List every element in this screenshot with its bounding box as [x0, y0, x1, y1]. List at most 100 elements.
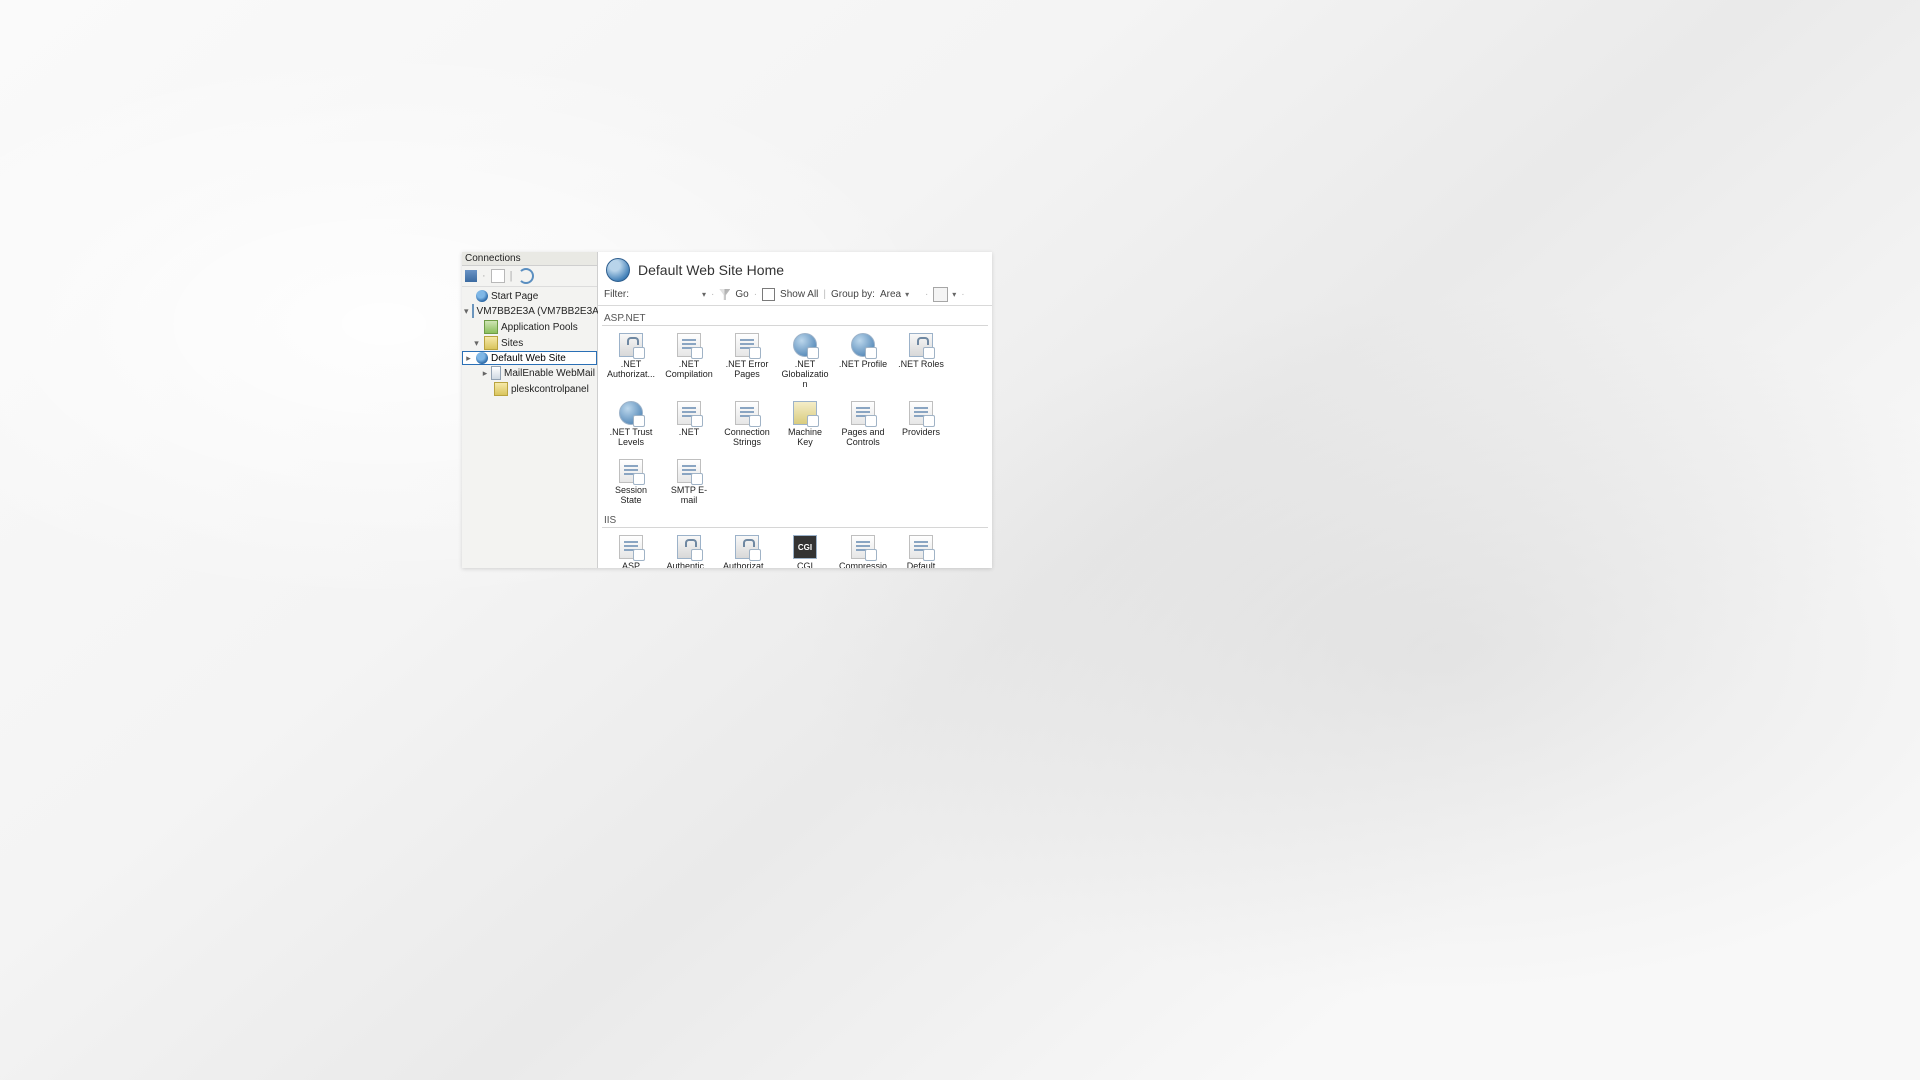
tree-label: Start Page: [491, 291, 538, 302]
tree-label: pleskcontrolpanel: [511, 384, 589, 395]
toolbar-separator: ·: [482, 270, 486, 282]
expand-icon[interactable]: ▸: [464, 353, 473, 364]
feature-icon: [677, 401, 701, 425]
feature-authorizat-rules[interactable]: Authorizat... Rules: [718, 529, 776, 568]
funnel-icon: [719, 289, 730, 300]
collapse-icon[interactable]: ▾: [464, 306, 469, 317]
feature-icon: [677, 459, 701, 483]
feature-icon: [793, 535, 817, 559]
feature-icon: [909, 535, 933, 559]
group-header-iis: IIS: [602, 512, 988, 528]
view-icon: [933, 287, 948, 302]
tree-sites[interactable]: ▾ Sites: [462, 335, 597, 351]
globe-icon: [476, 352, 488, 364]
feature-label: .NET Profile: [839, 359, 887, 369]
app-pool-icon: [484, 320, 498, 334]
feature-icon: [619, 401, 643, 425]
view-mode-select[interactable]: [933, 287, 956, 302]
feature-label: Default Document: [895, 561, 947, 568]
feature-icon: [735, 401, 759, 425]
filter-text[interactable]: [634, 288, 698, 301]
tree-label: VM7BB2E3A (VM7BB2E3A\Ad: [477, 306, 614, 317]
feature-net-roles[interactable]: .NET Roles: [892, 327, 950, 393]
feature-smtp-e-mail[interactable]: SMTP E-mail: [660, 453, 718, 509]
page-icon[interactable]: [491, 269, 505, 283]
tree-mailenable[interactable]: ▸ MailEnable WebMail: [462, 365, 597, 381]
globe-icon: [606, 258, 630, 282]
feature-cgi[interactable]: CGI: [776, 529, 834, 568]
globe-icon: [476, 290, 488, 302]
feature-icon: [793, 401, 817, 425]
feature-providers[interactable]: Providers: [892, 395, 950, 451]
mail-icon: [491, 366, 501, 380]
tree-label: MailEnable WebMail: [504, 368, 595, 379]
connections-title: Connections: [462, 252, 597, 266]
feature-icon: [735, 535, 759, 559]
feature-icon: [793, 333, 817, 357]
tree-plesk[interactable]: pleskcontrolpanel: [462, 381, 597, 397]
connections-toolbar: · |: [462, 266, 597, 287]
feature-compression[interactable]: Compression: [834, 529, 892, 568]
feature-connection-strings[interactable]: Connection Strings: [718, 395, 776, 451]
filter-input[interactable]: [634, 288, 706, 301]
refresh-icon[interactable]: [518, 268, 534, 284]
feature-asp[interactable]: ASP: [602, 529, 660, 568]
tree-app-pools[interactable]: Application Pools: [462, 319, 597, 335]
groupby-label: Group by:: [831, 289, 875, 300]
toolbar-separator: |: [510, 270, 513, 282]
feature-label: Authorizat... Rules: [721, 561, 773, 568]
expand-icon[interactable]: ▸: [482, 368, 488, 379]
feature-label: Compression: [837, 561, 889, 568]
feature-icon: [851, 535, 875, 559]
feature-session-state[interactable]: Session State: [602, 453, 660, 509]
feature-authentic[interactable]: Authentic...: [660, 529, 718, 568]
feature-label: .NET Roles: [898, 359, 944, 369]
feature-icon: [909, 401, 933, 425]
feature-icon: [677, 333, 701, 357]
feature-net[interactable]: .NET: [660, 395, 718, 451]
feature-label: .NET Compilation: [663, 359, 715, 379]
feature-net-trust-levels[interactable]: .NET Trust Levels: [602, 395, 660, 451]
feature-label: .NET: [679, 427, 700, 437]
iis-manager-window: Connections · | Start Page ▾ VM7BB2E3A (…: [462, 252, 992, 568]
feature-label: ASP: [622, 561, 640, 568]
feature-icon: [619, 535, 643, 559]
save-icon[interactable]: [465, 270, 477, 282]
feature-label: Session State: [605, 485, 657, 505]
feature-default-document[interactable]: Default Document: [892, 529, 950, 568]
feature-net-profile[interactable]: .NET Profile: [834, 327, 892, 393]
tree-server[interactable]: ▾ VM7BB2E3A (VM7BB2E3A\Ad: [462, 303, 597, 319]
connections-panel: Connections · | Start Page ▾ VM7BB2E3A (…: [462, 252, 598, 568]
feature-icon: [735, 333, 759, 357]
feature-label: Pages and Controls: [837, 427, 889, 447]
server-icon: [472, 304, 474, 318]
show-all-button[interactable]: Show All: [780, 289, 818, 300]
feature-net-error-pages[interactable]: .NET Error Pages: [718, 327, 776, 393]
feature-pages-and-controls[interactable]: Pages and Controls: [834, 395, 892, 451]
collapse-icon[interactable]: ▾: [472, 338, 481, 349]
feature-label: .NET Error Pages: [721, 359, 773, 379]
tree-start-page[interactable]: Start Page: [462, 289, 597, 303]
feature-icon: [619, 459, 643, 483]
showall-icon: [762, 288, 775, 301]
feature-label: .NET Authorizat...: [605, 359, 657, 379]
group-header-aspnet: ASP.NET: [602, 310, 988, 326]
page-title: Default Web Site Home: [638, 262, 784, 278]
tree-default-web-site[interactable]: ▸ Default Web Site: [462, 351, 597, 365]
feature-label: .NET Globalization: [779, 359, 831, 389]
feature-icon: [851, 401, 875, 425]
feature-machine-key[interactable]: Machine Key: [776, 395, 834, 451]
feature-net-authorizat[interactable]: .NET Authorizat...: [602, 327, 660, 393]
groupby-select[interactable]: Area: [880, 289, 920, 300]
feature-view: ASP.NET .NET Authorizat....NET Compilati…: [598, 306, 992, 568]
feature-icon: [909, 333, 933, 357]
groupby-value: Area: [880, 289, 901, 300]
feature-label: Providers: [902, 427, 940, 437]
feature-icon: [677, 535, 701, 559]
folder-icon: [494, 382, 508, 396]
feature-label: CGI: [797, 561, 813, 568]
feature-net-globalization[interactable]: .NET Globalization: [776, 327, 834, 393]
feature-net-compilation[interactable]: .NET Compilation: [660, 327, 718, 393]
go-button[interactable]: Go: [735, 289, 748, 300]
tree-label: Default Web Site: [491, 353, 566, 364]
